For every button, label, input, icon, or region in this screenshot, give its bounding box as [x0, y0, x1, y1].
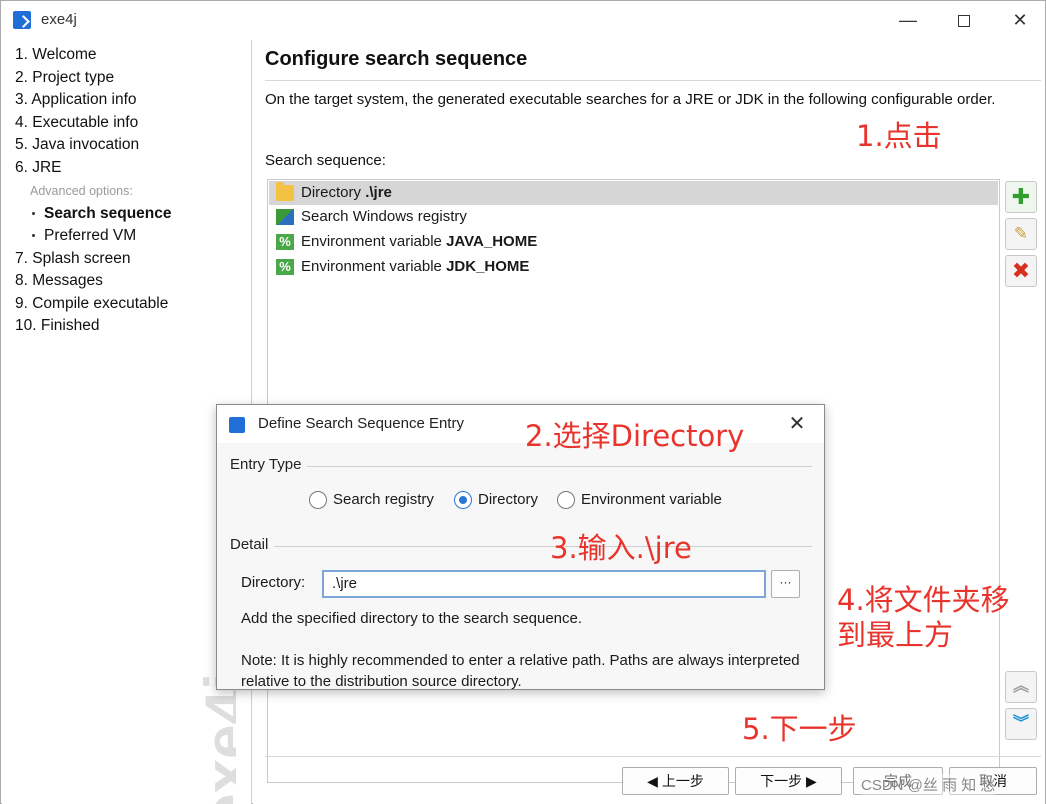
env-var-icon: % [276, 234, 294, 250]
radio-label: Search registry [333, 491, 434, 508]
list-item[interactable]: % Environment variable JAVA_HOME [269, 230, 998, 254]
bottom-divider [265, 756, 1041, 757]
remove-entry-button[interactable]: ✖ [1005, 255, 1037, 287]
nav-item-finished[interactable]: 10. Finished [15, 317, 99, 335]
annotation-step-4: 4.将文件夹移 到最上方 [837, 583, 1010, 653]
move-down-button[interactable]: ︾ [1005, 708, 1037, 740]
add-entry-button[interactable]: ✚ [1005, 181, 1037, 213]
title-divider [265, 80, 1041, 81]
maximize-icon [958, 15, 970, 28]
nav-item-executable-info[interactable]: 4. Executable info [15, 114, 138, 132]
radio-directory[interactable]: Directory [454, 490, 538, 512]
radio-search-registry[interactable]: Search registry [309, 490, 434, 512]
annotation-step-4-line-1: 4.将文件夹移 [837, 583, 1010, 617]
list-item-prefix: Environment variable [301, 233, 442, 250]
radio-environment-variable[interactable]: Environment variable [557, 490, 722, 512]
relative-path-note: Note: It is highly recommended to enter … [241, 652, 800, 690]
csdn-watermark: CSDN @丝 雨 知 愁 [861, 774, 996, 795]
next-button[interactable]: 下一步 ▶ [735, 767, 842, 795]
detail-divider [230, 546, 812, 547]
radio-label: Environment variable [581, 491, 722, 508]
nav-subitem-search-sequence[interactable]: Search sequence [32, 205, 172, 223]
list-item-prefix: Environment variable [301, 258, 442, 275]
entry-type-radio-group: Search registry Directory Environment va… [309, 490, 809, 512]
window-titlebar: exe4j — ✕ [1, 1, 1045, 39]
page-title: Configure search sequence [265, 48, 528, 70]
nav-subitem-preferred-vm[interactable]: Preferred VM [32, 227, 136, 245]
nav-item-splash-screen[interactable]: 7. Splash screen [15, 250, 130, 268]
list-item-value: JDK_HOME [446, 258, 530, 275]
nav-item-messages[interactable]: 8. Messages [15, 272, 103, 290]
nav-item-welcome[interactable]: 1. Welcome [15, 46, 97, 64]
env-var-icon: % [276, 259, 294, 275]
browse-button[interactable]: ··· [771, 570, 800, 598]
exe4j-app-icon [229, 417, 245, 433]
annotation-step-4-line-2: 到最上方 [837, 617, 954, 652]
list-item-prefix: Directory [301, 184, 362, 201]
radio-circle-icon [309, 491, 327, 509]
radio-circle-icon [557, 491, 575, 509]
nav-item-java-invocation[interactable]: 5. Java invocation [15, 136, 139, 154]
annotation-step-1: 1.点击 [856, 119, 942, 153]
nav-item-compile-executable[interactable]: 9. Compile executable [15, 295, 168, 313]
nav-item-application-info[interactable]: 3. Application info [15, 91, 137, 109]
registry-icon [276, 209, 294, 225]
nav-item-jre[interactable]: 6. JRE [15, 159, 62, 177]
entry-type-divider [230, 466, 812, 467]
bullet-icon [32, 212, 35, 216]
radio-label: Directory [478, 491, 539, 508]
search-sequence-label: Search sequence: [265, 152, 386, 169]
close-window-button[interactable]: ✕ [997, 7, 1043, 33]
nav-advanced-options-header: Advanced options: [30, 184, 133, 198]
annotation-step-2: 2.选择Directory [525, 419, 745, 453]
directory-field-label: Directory: [241, 574, 306, 591]
exe4j-app-icon [13, 11, 31, 29]
entry-type-label: Entry Type [230, 456, 308, 473]
annotation-step-5: 5.下一步 [742, 712, 857, 746]
nav-item-project-type[interactable]: 2. Project type [15, 69, 114, 87]
move-up-button[interactable]: ︽ [1005, 671, 1037, 703]
list-item[interactable]: Directory .\jre [269, 181, 998, 205]
maximize-button[interactable] [941, 7, 987, 33]
watermark-text: exe4j [193, 672, 236, 804]
page-description: On the target system, the generated exec… [265, 91, 996, 108]
folder-icon [276, 182, 294, 201]
edit-entry-button[interactable]: ✎ [1005, 218, 1037, 250]
bullet-icon [32, 234, 35, 238]
list-item-value: .\jre [365, 184, 392, 201]
minimize-button[interactable]: — [885, 7, 931, 33]
nav-subitem-label: Search sequence [44, 205, 172, 222]
list-item-prefix: Search Windows registry [301, 208, 467, 225]
detail-label: Detail [230, 536, 275, 553]
list-item[interactable]: Search Windows registry [269, 205, 998, 229]
directory-help-text: Add the specified directory to the searc… [241, 610, 583, 627]
back-button[interactable]: ◀ 上一步 [622, 767, 729, 795]
nav-subitem-label: Preferred VM [44, 227, 137, 244]
list-item[interactable]: % Environment variable JDK_HOME [269, 255, 998, 279]
exe4j-window: exe4j — ✕ 1. Welcome 2. Project type 3. … [0, 0, 1046, 804]
dialog-title: Define Search Sequence Entry [258, 415, 464, 432]
list-item-value: JAVA_HOME [446, 233, 538, 250]
dialog-close-button[interactable]: ✕ [783, 411, 811, 437]
window-title: exe4j [41, 11, 77, 28]
directory-input[interactable]: .\jre [322, 570, 766, 598]
radio-checked-icon [454, 491, 472, 509]
wizard-step-nav: 1. Welcome 2. Project type 3. Applicatio… [2, 40, 252, 804]
annotation-step-3: 3.输入.\jre [550, 531, 692, 565]
